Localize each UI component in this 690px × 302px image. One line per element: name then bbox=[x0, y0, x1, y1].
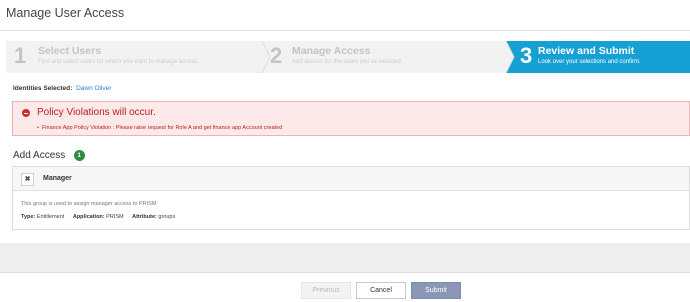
cancel-button[interactable]: Cancel bbox=[356, 282, 406, 299]
wizard-footer: Previous Cancel Submit bbox=[0, 272, 690, 302]
alert-message-text: Finance App Policy Violation : Please ra… bbox=[41, 125, 283, 131]
wizard-step-manage-access[interactable]: 2 Manage Access Add access for the users… bbox=[256, 41, 506, 73]
step-divider-chevron bbox=[256, 41, 270, 73]
alert-title: Policy Violations will occur. bbox=[37, 107, 156, 118]
step-title: Review and Submit bbox=[538, 45, 635, 57]
alert-bullet: • bbox=[37, 125, 39, 131]
main-panel: 1 Select Users Find and select users for… bbox=[0, 30, 690, 243]
application-value: PRISM bbox=[106, 214, 124, 220]
add-access-count-badge: 1 bbox=[73, 150, 85, 161]
step-subtitle: Look over your selections and confirm. bbox=[538, 59, 641, 65]
identity-link[interactable]: Dawn Oliver bbox=[76, 85, 111, 92]
previous-button[interactable]: Previous bbox=[301, 282, 351, 299]
wizard-steps: 1 Select Users Find and select users for… bbox=[6, 41, 690, 73]
step-subtitle: Find and select users for whom you want … bbox=[38, 59, 200, 65]
wizard-step-select-users[interactable]: 1 Select Users Find and select users for… bbox=[6, 41, 256, 73]
page-title: Manage User Access bbox=[6, 6, 125, 20]
minus-circle-icon bbox=[22, 109, 30, 117]
attribute-label: Attribute: bbox=[132, 214, 157, 220]
access-item-card: ✖ Manager This group is used to assign m… bbox=[12, 166, 690, 230]
add-access-title: Add Access bbox=[13, 150, 66, 161]
access-item-header: ✖ Manager bbox=[13, 167, 689, 191]
page-header: Manage User Access bbox=[0, 0, 690, 30]
remove-access-button[interactable]: ✖ bbox=[21, 173, 34, 186]
step-title: Select Users bbox=[38, 45, 102, 57]
step-number: 1 bbox=[14, 43, 27, 68]
policy-violation-alert: Policy Violations will occur. • Finance A… bbox=[12, 101, 690, 136]
add-access-heading: Add Access 1 bbox=[13, 145, 85, 163]
step-number: 2 bbox=[270, 43, 283, 68]
identities-label: Identities Selected: bbox=[13, 85, 73, 92]
step-number: 3 bbox=[520, 43, 533, 68]
access-item-meta: Type: Entitlement Application: PRISM Att… bbox=[21, 214, 175, 220]
step-subtitle: Add access for the users you've selected… bbox=[292, 59, 403, 65]
application-label: Application: bbox=[72, 214, 105, 220]
alert-message: • Finance App Policy Violation : Please r… bbox=[37, 125, 282, 131]
identities-selected: Identities Selected: Dawn Oliver bbox=[13, 85, 111, 92]
step-active-chevron bbox=[506, 41, 515, 73]
attribute-value: groups bbox=[158, 214, 176, 220]
wizard-step-review-submit[interactable]: 3 Review and Submit Look over your selec… bbox=[506, 41, 690, 73]
step-title: Manage Access bbox=[292, 45, 371, 57]
access-item-description: This group is used to assign manager acc… bbox=[21, 201, 157, 207]
submit-button[interactable]: Submit bbox=[411, 282, 461, 299]
type-label: Type: bbox=[21, 214, 36, 220]
access-item-name: Manager bbox=[43, 175, 72, 182]
type-value: Entitlement bbox=[36, 214, 65, 220]
